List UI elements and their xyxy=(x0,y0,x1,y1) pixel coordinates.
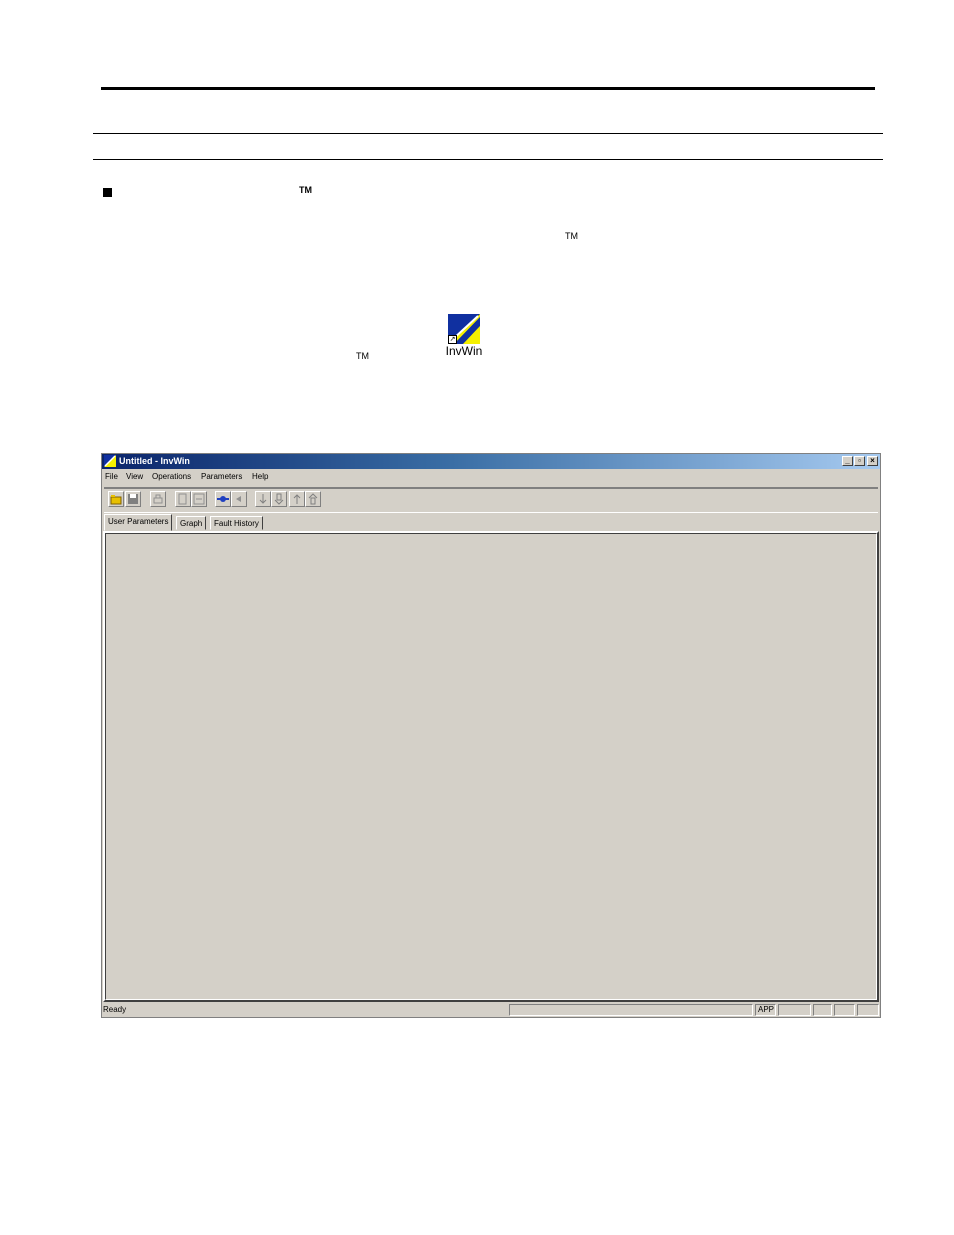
restore-button[interactable]: ▫ xyxy=(854,456,865,466)
compare-icon[interactable] xyxy=(191,491,207,507)
section-rule-top xyxy=(93,133,883,134)
invwin-desktop-shortcut[interactable]: ↗ InvWin xyxy=(443,314,485,360)
menu-file[interactable]: File xyxy=(105,472,118,481)
status-bar: Ready APP xyxy=(102,1003,880,1017)
trademark-heading: TM xyxy=(299,185,312,195)
menu-help[interactable]: Help xyxy=(252,472,268,481)
close-button[interactable]: × xyxy=(867,456,878,466)
menu-operations[interactable]: Operations xyxy=(152,472,191,481)
connect-icon[interactable] xyxy=(215,491,231,507)
header-rule-thick xyxy=(101,87,875,90)
copy-icon[interactable] xyxy=(175,491,191,507)
status-panel-progress xyxy=(509,1004,753,1016)
invwin-window: Untitled - InvWin _ ▫ × File View Operat… xyxy=(101,453,881,1018)
disconnect-icon[interactable] xyxy=(231,491,247,507)
section-bullet xyxy=(103,188,112,197)
shortcut-arrow-icon: ↗ xyxy=(448,335,457,344)
menu-bar: File View Operations Parameters Help xyxy=(102,470,880,485)
section-rule-bottom xyxy=(93,159,883,160)
status-panel-3 xyxy=(834,1004,855,1016)
status-panel-1 xyxy=(778,1004,811,1016)
status-panel-4 xyxy=(857,1004,879,1016)
content-pane-inner xyxy=(105,533,877,1000)
menu-view[interactable]: View xyxy=(126,472,143,481)
trademark-para2: TM xyxy=(356,351,369,361)
download-all-icon[interactable] xyxy=(271,491,287,507)
minimize-button[interactable]: _ xyxy=(842,456,853,466)
window-title: Untitled - InvWin xyxy=(119,456,190,466)
save-icon[interactable] xyxy=(125,491,141,507)
status-indicator: APP xyxy=(755,1004,776,1016)
title-bar[interactable]: Untitled - InvWin _ ▫ × xyxy=(102,454,880,469)
invwin-logo-icon: ↗ xyxy=(448,314,480,344)
status-panel-2 xyxy=(813,1004,832,1016)
upload-all-icon[interactable] xyxy=(305,491,321,507)
tab-graph[interactable]: Graph xyxy=(176,516,207,530)
menu-parameters[interactable]: Parameters xyxy=(201,472,242,481)
tab-fault-history[interactable]: Fault History xyxy=(210,516,263,530)
open-icon[interactable] xyxy=(108,491,124,507)
download-icon[interactable] xyxy=(255,491,271,507)
content-pane xyxy=(103,531,879,1002)
trademark-para1: TM xyxy=(565,231,578,241)
desktop-icon-label: InvWin xyxy=(445,344,483,358)
tab-user-parameters[interactable]: User Parameters xyxy=(104,514,173,531)
status-text: Ready xyxy=(103,1005,127,1014)
app-icon xyxy=(104,455,116,467)
toolbar xyxy=(104,487,878,513)
upload-icon[interactable] xyxy=(289,491,305,507)
print-icon[interactable] xyxy=(150,491,166,507)
